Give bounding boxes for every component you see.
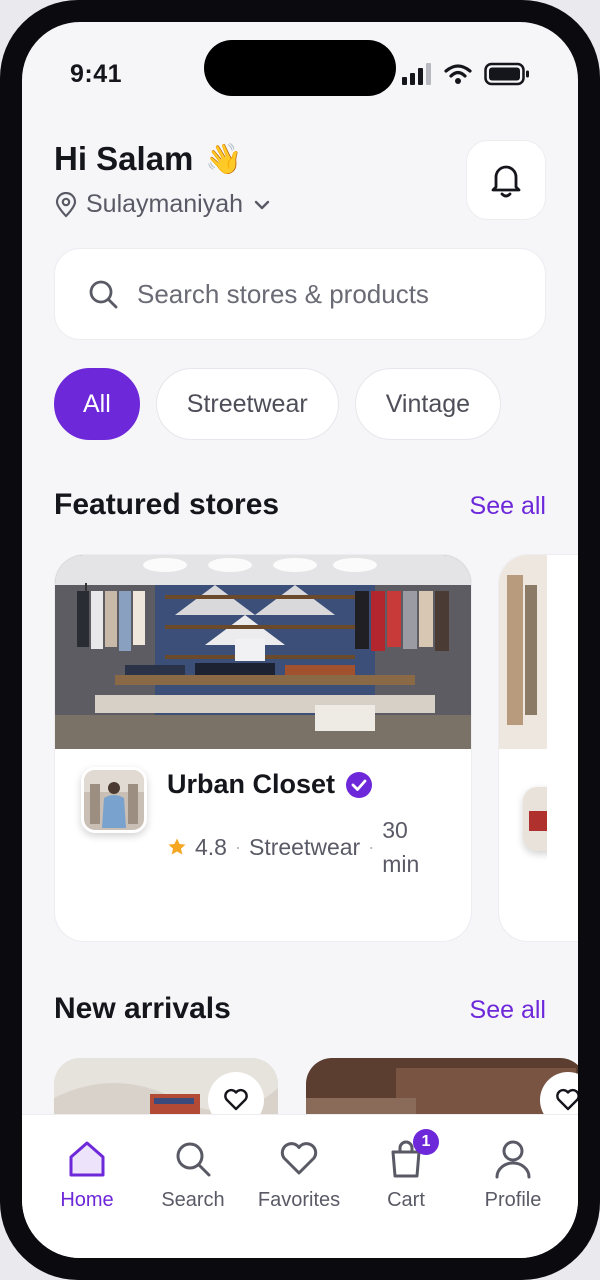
store-name-row: Urban Closet <box>167 769 373 800</box>
status-time: 9:41 <box>70 60 123 88</box>
nav-cart[interactable]: 1 Cart <box>351 1115 461 1225</box>
wifi-icon <box>444 64 472 84</box>
location-selector[interactable]: Sulaymaniyah <box>54 190 273 219</box>
bell-icon <box>491 165 521 198</box>
chip-streetwear[interactable]: Streetwear <box>155 368 339 440</box>
store-photo <box>499 555 547 749</box>
nav-search[interactable]: Search <box>138 1115 248 1225</box>
cart-badge: 1 <box>413 1129 439 1155</box>
app-screen: 9:41 Hi Salam 👋 Sulaymaniyah Search stor… <box>22 22 578 1258</box>
location-label: Sulaymaniyah <box>86 190 244 218</box>
home-icon <box>69 1141 105 1177</box>
verified-badge-icon <box>346 771 373 798</box>
meta-separator: · <box>368 836 375 857</box>
store-card[interactable]: Urban Closet 4.8 · Streetwear · 30 min <box>54 554 472 942</box>
chip-vintage[interactable]: Vintage <box>354 368 502 440</box>
store-delivery-time: 30 min <box>382 817 420 877</box>
search-icon <box>89 280 118 309</box>
bottom-navigation: Home Search Favorites 1 Cart Profile <box>22 1114 578 1258</box>
phone-frame: 9:41 Hi Salam 👋 Sulaymaniyah Search stor… <box>0 0 600 1280</box>
nav-label: Profile <box>484 1189 542 1211</box>
greeting: Hi Salam 👋 <box>54 140 243 178</box>
wave-emoji: 👋 <box>205 142 243 176</box>
store-category: Streetwear <box>248 833 361 860</box>
user-icon <box>495 1140 531 1179</box>
greeting-text: Hi Salam <box>54 140 194 177</box>
store-photo <box>55 555 471 749</box>
store-logo <box>81 767 147 833</box>
heart-icon <box>224 1088 248 1111</box>
signal-icon <box>402 63 431 85</box>
nav-profile[interactable]: Profile <box>458 1115 568 1225</box>
nav-home[interactable]: Home <box>32 1115 142 1225</box>
featured-see-all-link[interactable]: See all <box>470 492 546 521</box>
location-pin-icon <box>55 191 77 218</box>
meta-separator: · <box>234 836 241 857</box>
nav-label: Home <box>60 1189 114 1211</box>
heart-icon <box>556 1088 578 1111</box>
nav-favorites[interactable]: Favorites <box>244 1115 354 1225</box>
nav-label: Favorites <box>257 1189 341 1211</box>
featured-stores-title: Featured stores <box>54 488 280 521</box>
nav-label: Cart <box>387 1189 425 1211</box>
store-logo <box>523 787 547 851</box>
store-meta: 4.8 · Streetwear · 30 min <box>167 813 438 881</box>
search-input[interactable] <box>137 278 517 310</box>
search-bar[interactable] <box>54 248 546 340</box>
heart-icon <box>280 1142 318 1175</box>
category-chips: All Streetwear Vintage <box>54 368 502 440</box>
battery-icon <box>484 62 529 86</box>
status-icons <box>402 62 530 86</box>
dynamic-island <box>204 40 396 96</box>
chip-all[interactable]: All <box>54 368 140 440</box>
nav-label: Search <box>161 1189 225 1211</box>
search-icon <box>176 1142 211 1177</box>
chevron-down-icon <box>254 200 270 209</box>
store-name: Urban Closet <box>167 769 336 799</box>
star-icon <box>168 838 186 855</box>
notifications-button[interactable] <box>466 140 546 220</box>
new-arrivals-title: New arrivals <box>54 992 231 1025</box>
store-rating: 4.8 <box>195 833 227 860</box>
store-card-next[interactable] <box>498 554 578 942</box>
new-arrivals-see-all-link[interactable]: See all <box>470 996 546 1025</box>
